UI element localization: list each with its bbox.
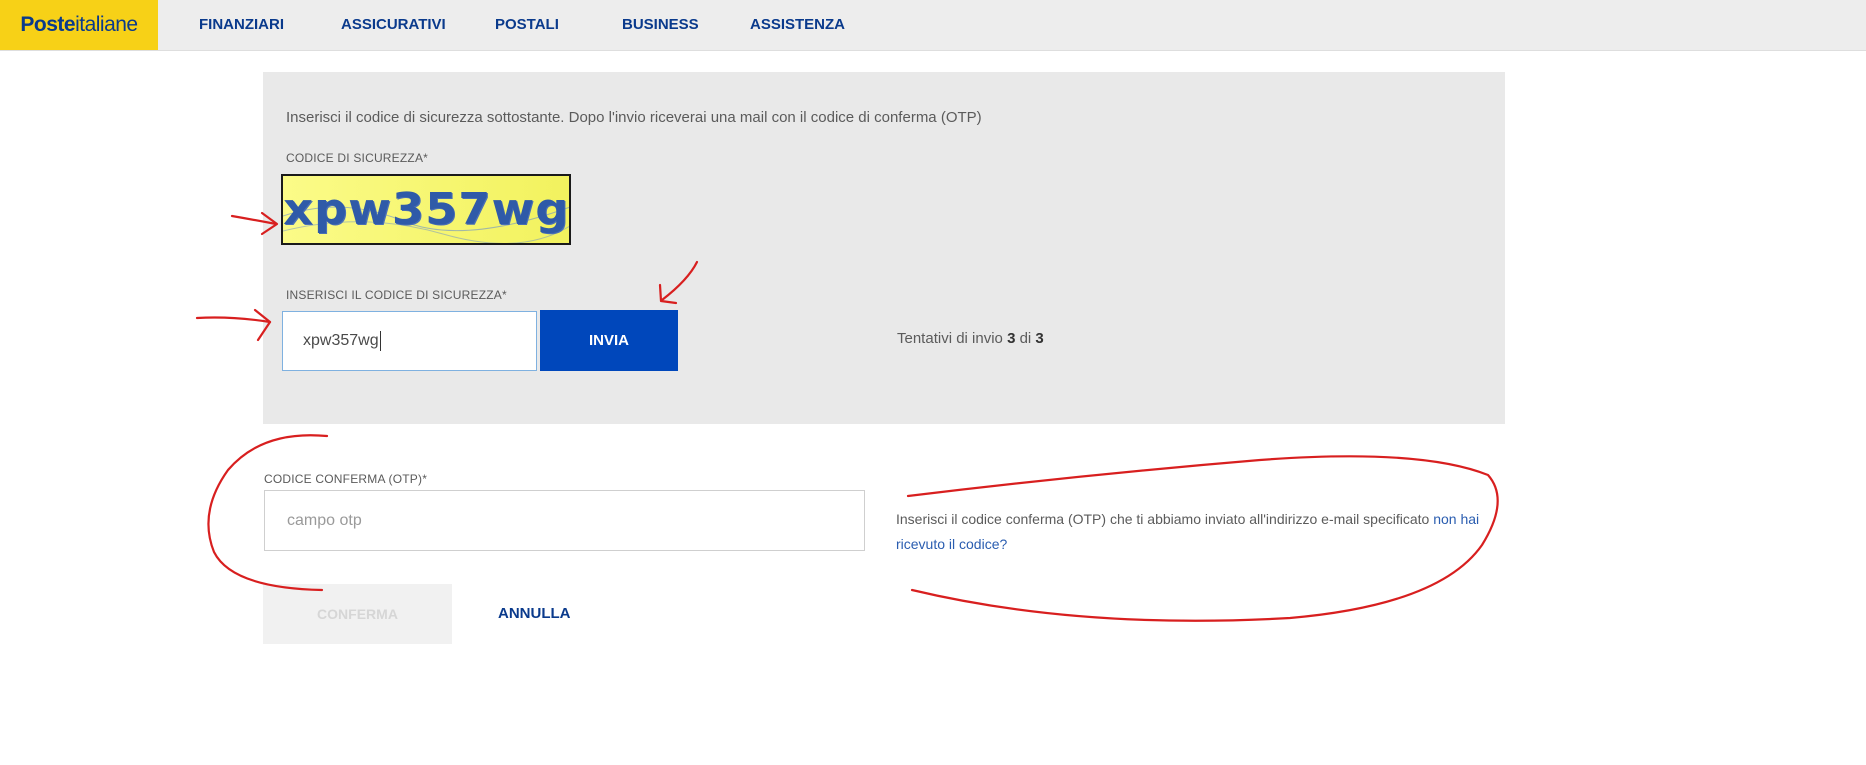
otp-input[interactable]: campo otp [264, 490, 865, 551]
security-code-value: xpw357wg [303, 332, 379, 349]
conferma-button-disabled[interactable]: CONFERMA [263, 584, 452, 644]
text-caret [379, 331, 381, 351]
captcha-label: CODICE DI SICUREZZA* [286, 151, 429, 165]
otp-help-text: Inserisci il codice conferma (OTP) che t… [896, 507, 1506, 557]
attempts-total: 3 [1035, 330, 1044, 347]
captcha-image: xpw357wg [281, 174, 571, 245]
captcha-text: xpw357wg [282, 184, 570, 235]
attempts-middle: di [1015, 330, 1036, 347]
otp-help-body: Inserisci il codice conferma (OTP) che t… [896, 511, 1434, 527]
top-navigation-bar: Poste italiane FINANZIARI ASSICURATIVI PO… [0, 0, 1866, 51]
poste-italiane-logo[interactable]: Poste italiane [0, 0, 158, 50]
nav-assistenza[interactable]: ASSISTENZA [750, 0, 845, 50]
logo-text-light: italiane [75, 13, 138, 36]
security-input-label: INSERISCI IL CODICE DI SICUREZZA* [286, 288, 507, 302]
nav-business[interactable]: BUSINESS [622, 0, 699, 50]
otp-placeholder: campo otp [287, 511, 362, 529]
nav-assicurativi[interactable]: ASSICURATIVI [341, 0, 446, 50]
arrow-to-code-input [195, 316, 272, 324]
nav-finanziari[interactable]: FINANZIARI [199, 0, 284, 50]
security-code-input[interactable]: xpw357wg [282, 311, 537, 371]
annulla-button[interactable]: ANNULLA [480, 596, 589, 632]
nav-postali[interactable]: POSTALI [495, 0, 559, 50]
logo-text-strong: Poste [20, 13, 76, 36]
attempts-counter: Tentativi di invio 3 di 3 [897, 330, 1044, 347]
otp-label: CODICE CONFERMA (OTP)* [264, 472, 428, 486]
security-intro-text: Inserisci il codice di sicurezza sottost… [286, 109, 982, 126]
attempts-prefix: Tentativi di invio [897, 330, 1008, 347]
invia-button[interactable]: INVIA [540, 310, 678, 371]
